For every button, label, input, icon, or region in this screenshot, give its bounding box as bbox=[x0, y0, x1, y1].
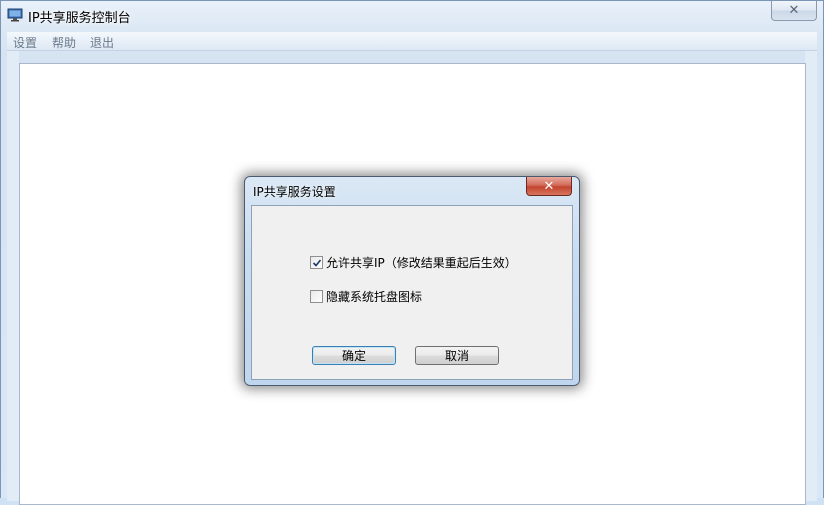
menu-item-settings[interactable]: 设置 bbox=[13, 34, 37, 51]
cancel-button[interactable]: 取消 bbox=[415, 346, 499, 365]
monitor-icon bbox=[7, 8, 23, 22]
window-title: IP共享服务控制台 bbox=[28, 11, 131, 26]
menu-bar: 设置 帮助 退出 bbox=[7, 32, 817, 51]
window-frame-right bbox=[805, 51, 817, 501]
ok-button[interactable]: 确定 bbox=[312, 346, 396, 365]
title-bar[interactable]: IP共享服务控制台 ✕ bbox=[1, 1, 823, 31]
window-frame-left bbox=[7, 51, 19, 501]
menu-item-help[interactable]: 帮助 bbox=[52, 34, 76, 51]
hide-tray-checkbox[interactable] bbox=[310, 290, 323, 303]
option-hide-tray-icon[interactable]: 隐藏系统托盘图标 bbox=[310, 288, 422, 305]
hide-tray-label: 隐藏系统托盘图标 bbox=[326, 290, 423, 304]
allow-share-label: 允许共享IP（修改结果重起后生效） bbox=[326, 256, 517, 270]
window-close-button[interactable]: ✕ bbox=[771, 1, 817, 21]
menu-item-exit[interactable]: 退出 bbox=[90, 34, 114, 51]
checkmark-icon bbox=[312, 258, 321, 267]
dialog-close-button[interactable]: ✕ bbox=[526, 177, 572, 196]
dialog-body: 允许共享IP（修改结果重起后生效） 隐藏系统托盘图标 确定 取消 bbox=[251, 205, 573, 380]
option-allow-share-ip[interactable]: 允许共享IP（修改结果重起后生效） bbox=[310, 254, 517, 271]
dialog-title: IP共享服务设置 bbox=[253, 185, 336, 199]
close-icon: ✕ bbox=[788, 3, 800, 18]
settings-dialog: IP共享服务设置 ✕ 允许共享IP（修改结果重起后生效） 隐藏系统托盘图标 确定… bbox=[244, 176, 580, 386]
close-icon: ✕ bbox=[543, 178, 555, 194]
allow-share-checkbox[interactable] bbox=[310, 256, 323, 269]
